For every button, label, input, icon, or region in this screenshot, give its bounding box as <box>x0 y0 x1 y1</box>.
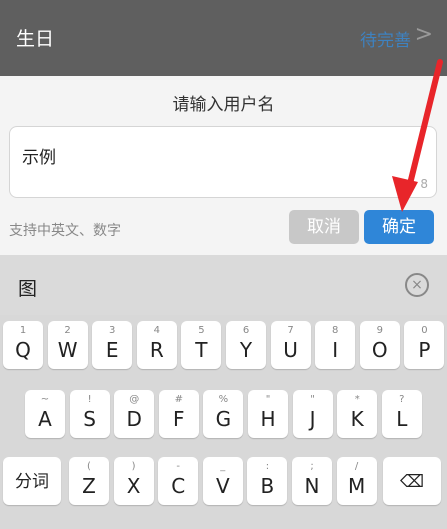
key-letter: K <box>350 407 364 431</box>
key-t[interactable]: 5T <box>181 321 222 369</box>
key-z[interactable]: (Z <box>69 457 109 505</box>
key-alt-symbol: ( <box>87 461 91 472</box>
birthday-label: 生日 <box>16 28 55 50</box>
key-alt-symbol: ! <box>87 394 92 405</box>
key-m[interactable]: / M <box>336 457 377 505</box>
username-input-value: 示例 <box>22 148 56 168</box>
key-p[interactable]: 0P <box>404 321 445 369</box>
key-letter: B <box>260 474 275 498</box>
key-g[interactable]: % G <box>203 390 244 438</box>
input-hint: 支持中英文、数字 <box>9 223 121 239</box>
soft-keyboard: 图 × 1 Q 2 W 3 E 4 R 5 T 6 Y 7 U 8 I 9 O 0 P ~ A! S @ D # F% G " H " J * K… <box>0 255 447 529</box>
key-h[interactable]: " H <box>248 390 288 438</box>
key-c[interactable]: -C <box>158 457 199 505</box>
key-letter: J <box>309 407 316 431</box>
key-alt-symbol: @ <box>129 394 140 405</box>
key-letter: O <box>371 338 388 362</box>
key-alt-symbol: 6 <box>242 325 250 336</box>
key-o[interactable]: 9O <box>359 321 400 369</box>
key-letter: Q <box>15 338 31 362</box>
key-alt-symbol: # <box>174 394 183 405</box>
backspace-icon: ⌫ <box>399 472 425 492</box>
username-input[interactable]: 示例 8 <box>9 126 437 198</box>
key-k[interactable]: * K <box>337 390 378 438</box>
key-letter: V <box>215 474 230 498</box>
key-letter: H <box>260 407 276 431</box>
key-letter: Y <box>239 338 253 362</box>
key-letter: S <box>83 407 96 431</box>
char-counter: 8 <box>420 177 428 191</box>
key-l[interactable]: ? L <box>381 390 422 438</box>
username-dialog: 请输入用户名 示例 8 支持中英文、数字 取消 确定 <box>0 76 447 255</box>
confirm-button[interactable]: 确定 <box>364 210 434 244</box>
key-alt-symbol: ? <box>399 394 405 405</box>
key-letter: I <box>332 338 339 362</box>
key-e[interactable]: 3E <box>92 321 133 369</box>
key-b[interactable]: :B <box>247 457 288 505</box>
candidate-word[interactable]: 图 <box>18 274 37 301</box>
cancel-button[interactable]: 取消 <box>289 210 359 244</box>
key-alt-symbol: 7 <box>287 325 294 336</box>
key-alt-symbol: 1 <box>19 325 27 336</box>
birthday-row[interactable]: 生日 待完善 > <box>0 0 447 76</box>
fenci-key[interactable]: 分词 <box>3 457 61 505</box>
key-s[interactable]: ! S <box>69 390 110 438</box>
key-j[interactable]: " J <box>292 390 333 438</box>
chevron-right-icon: > <box>414 22 433 47</box>
key-letter: R <box>149 338 164 362</box>
key-alt-symbol: 5 <box>198 325 205 336</box>
key-alt-symbol: _ <box>220 461 226 472</box>
key-alt-symbol: % <box>218 394 229 405</box>
key-letter: D <box>126 407 142 431</box>
key-letter: C <box>171 474 186 498</box>
key-letter: M <box>347 474 366 498</box>
key-x[interactable]: ) X <box>113 457 154 505</box>
key-alt-symbol: ) <box>131 461 136 472</box>
backspace-key[interactable]: ⌫ <box>383 457 441 505</box>
key-v[interactable]: _ V <box>202 457 243 505</box>
key-n[interactable]: ; N <box>292 457 332 505</box>
key-f[interactable]: # F <box>158 390 199 438</box>
key-alt-symbol: * <box>354 394 360 405</box>
fenci-label: 分词 <box>15 472 49 492</box>
key-u[interactable]: 7U <box>270 321 311 369</box>
key-alt-symbol: 0 <box>421 325 428 336</box>
key-alt-symbol: : <box>265 461 270 472</box>
key-alt-symbol: " <box>265 394 271 405</box>
key-letter: G <box>215 407 232 431</box>
key-w[interactable]: 2W <box>47 321 88 369</box>
clear-icon[interactable]: × <box>405 273 429 297</box>
key-letter: E <box>105 338 119 362</box>
key-letter: P <box>418 338 431 362</box>
key-alt-symbol: ~ <box>40 394 50 405</box>
birthday-value: 待完善 <box>360 31 411 51</box>
key-letter: A <box>38 407 52 431</box>
key-alt-symbol: " <box>310 394 315 405</box>
key-y[interactable]: 6Y <box>226 321 266 369</box>
key-d[interactable]: @ D <box>114 390 155 438</box>
key-r[interactable]: 4R <box>136 321 177 369</box>
key-alt-symbol: 9 <box>376 325 383 336</box>
key-alt-symbol: 2 <box>64 325 71 336</box>
key-letter: T <box>195 338 208 362</box>
key-letter: U <box>283 338 298 362</box>
key-alt-symbol: 8 <box>332 325 339 336</box>
key-i[interactable]: 8I <box>315 321 356 369</box>
key-letter: F <box>173 407 185 431</box>
key-letter: W <box>57 338 78 362</box>
key-alt-symbol: 4 <box>153 325 160 336</box>
key-letter: X <box>126 474 141 498</box>
candidate-bar: 图 × <box>0 255 447 315</box>
dialog-title: 请输入用户名 <box>172 95 275 115</box>
key-letter: Z <box>82 474 96 498</box>
key-a[interactable]: ~ A <box>25 390 65 438</box>
key-q[interactable]: 1Q <box>3 321 43 369</box>
key-alt-symbol: 3 <box>109 325 116 336</box>
key-alt-symbol: / <box>354 461 359 472</box>
key-letter: L <box>396 407 408 431</box>
key-alt-symbol: ; <box>310 461 314 472</box>
key-alt-symbol: - <box>176 461 180 472</box>
key-letter: N <box>304 474 320 498</box>
